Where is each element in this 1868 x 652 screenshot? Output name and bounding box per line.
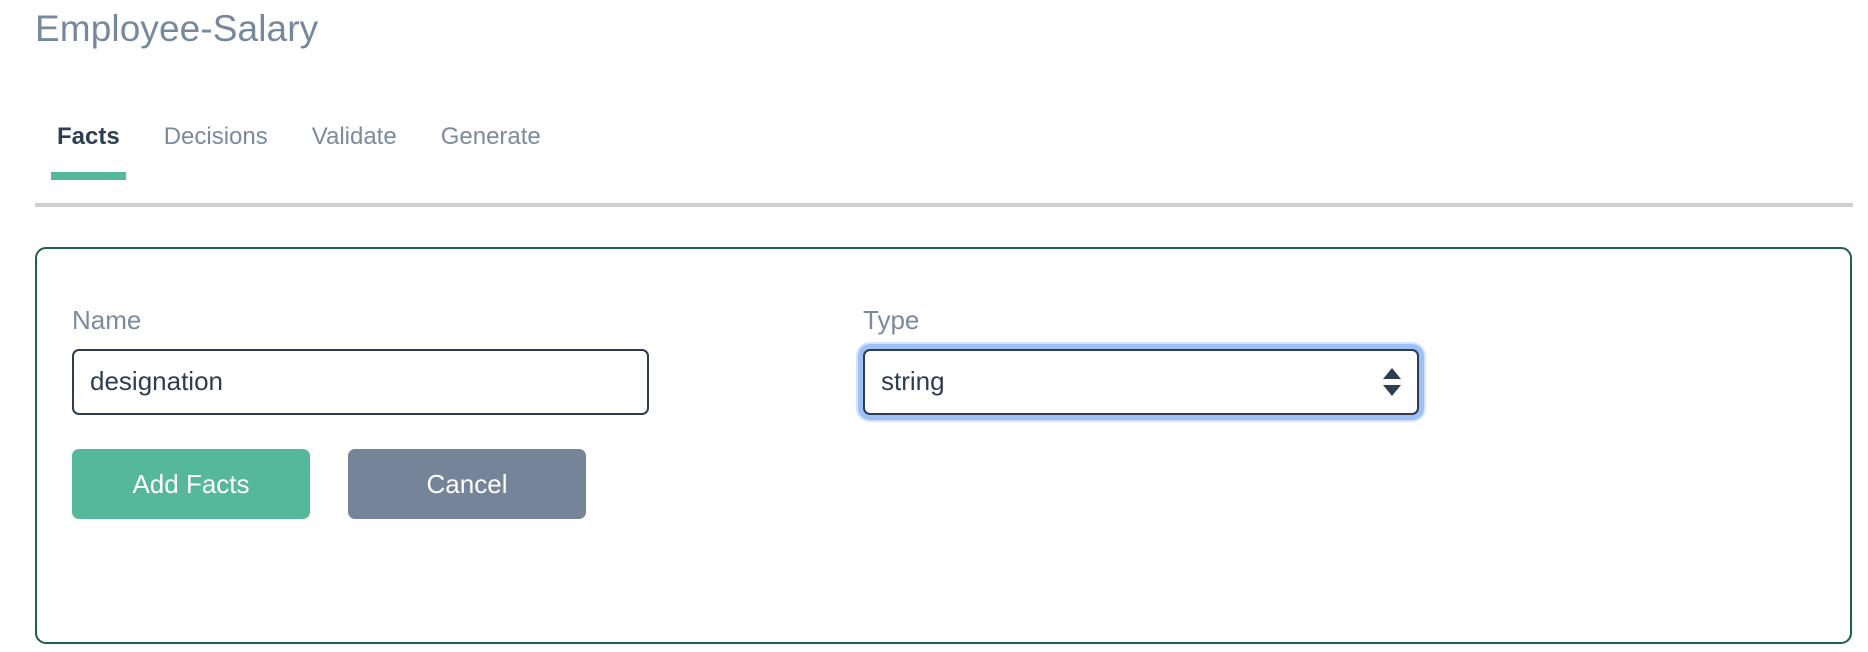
name-label: Name [72,305,142,335]
tab-facts[interactable]: Facts [35,110,142,180]
field-type: Type [863,304,1423,415]
page-title: Employee-Salary [35,8,319,49]
add-facts-card: Name Type Add Facts Cancel [35,247,1852,644]
tab-generate[interactable]: Generate [419,110,563,180]
type-label: Type [863,305,920,335]
add-facts-button[interactable]: Add Facts [72,449,310,519]
type-select-wrapper [863,348,1419,415]
form-actions: Add Facts Cancel [72,449,586,519]
field-name: Name [72,304,652,415]
cancel-button[interactable]: Cancel [348,449,586,519]
tab-list: Facts Decisions Validate Generate [35,110,563,180]
tab-bar-divider [35,203,1853,207]
fact-form: Name Type Add Facts Cancel [37,249,1850,642]
name-input[interactable] [72,348,649,415]
tab-decisions[interactable]: Decisions [142,110,290,180]
tab-bar: Facts Decisions Validate Generate [35,110,1853,207]
type-select[interactable] [863,348,1419,415]
tab-validate[interactable]: Validate [290,110,419,180]
